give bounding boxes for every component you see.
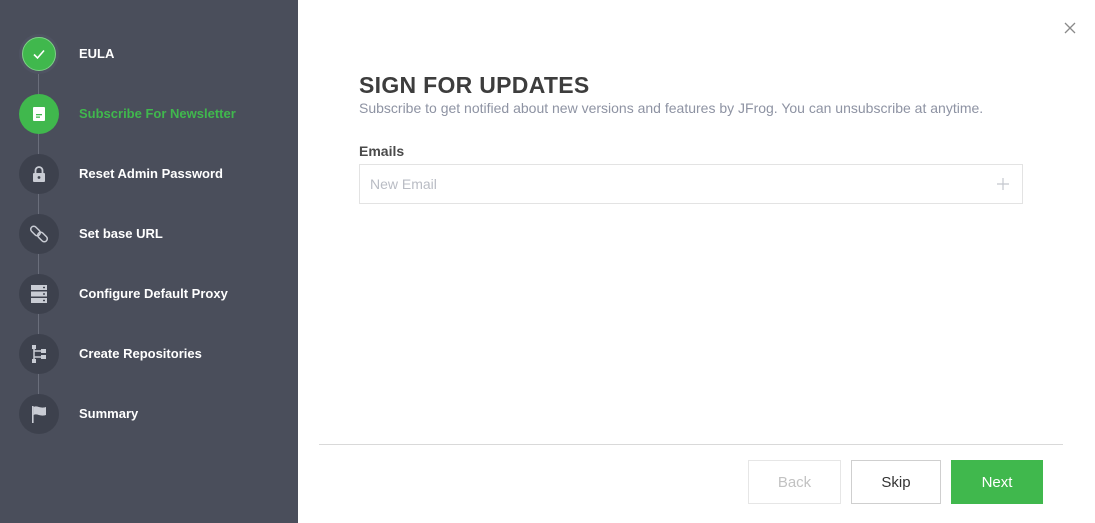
step-url-circle	[19, 214, 59, 254]
flag-icon	[32, 406, 46, 423]
step-set-base-url[interactable]: Set base URL	[0, 214, 298, 254]
page-subtitle: Subscribe to get notified about new vers…	[359, 100, 984, 116]
footer-divider	[319, 444, 1063, 445]
step-summary[interactable]: Summary	[0, 394, 298, 434]
check-icon	[33, 49, 45, 60]
skip-button[interactable]: Skip	[851, 460, 941, 504]
step-label-eula: EULA	[79, 46, 115, 61]
lock-icon	[33, 166, 45, 182]
emails-label: Emails	[359, 143, 405, 159]
step-eula-circle	[19, 34, 59, 74]
step-proxy-circle	[19, 274, 59, 314]
step-repositories-circle	[19, 334, 59, 374]
step-label-password: Reset Admin Password	[79, 166, 224, 181]
server-icon	[31, 285, 47, 303]
wizard-sidebar: EULA Subscribe For Newsletter Reset Admi…	[0, 0, 298, 523]
email-field	[359, 164, 1023, 204]
step-label-newsletter: Subscribe For Newsletter	[79, 106, 236, 121]
step-summary-circle	[19, 394, 59, 434]
new-email-input[interactable]	[360, 165, 990, 203]
step-password-circle	[19, 154, 59, 194]
step-create-repositories[interactable]: Create Repositories	[0, 334, 298, 374]
next-button[interactable]: Next	[951, 460, 1043, 504]
link-icon	[29, 225, 49, 243]
repository-tree-icon	[32, 345, 46, 363]
step-label-proxy: Configure Default Proxy	[79, 286, 228, 301]
step-subscribe-newsletter[interactable]: Subscribe For Newsletter	[0, 94, 298, 134]
step-reset-admin-password[interactable]: Reset Admin Password	[0, 154, 298, 194]
step-label-url: Set base URL	[79, 226, 163, 241]
step-configure-default-proxy[interactable]: Configure Default Proxy	[0, 274, 298, 314]
step-label-summary: Summary	[79, 406, 139, 421]
back-button[interactable]: Back	[748, 460, 841, 504]
close-icon[interactable]	[1062, 20, 1078, 36]
step-newsletter-circle	[19, 94, 59, 134]
step-eula[interactable]: EULA	[0, 34, 298, 74]
step-label-repositories: Create Repositories	[79, 346, 202, 361]
document-icon	[33, 107, 45, 121]
add-email-icon[interactable]	[996, 177, 1010, 191]
page-title: SIGN FOR UPDATES	[359, 72, 590, 98]
